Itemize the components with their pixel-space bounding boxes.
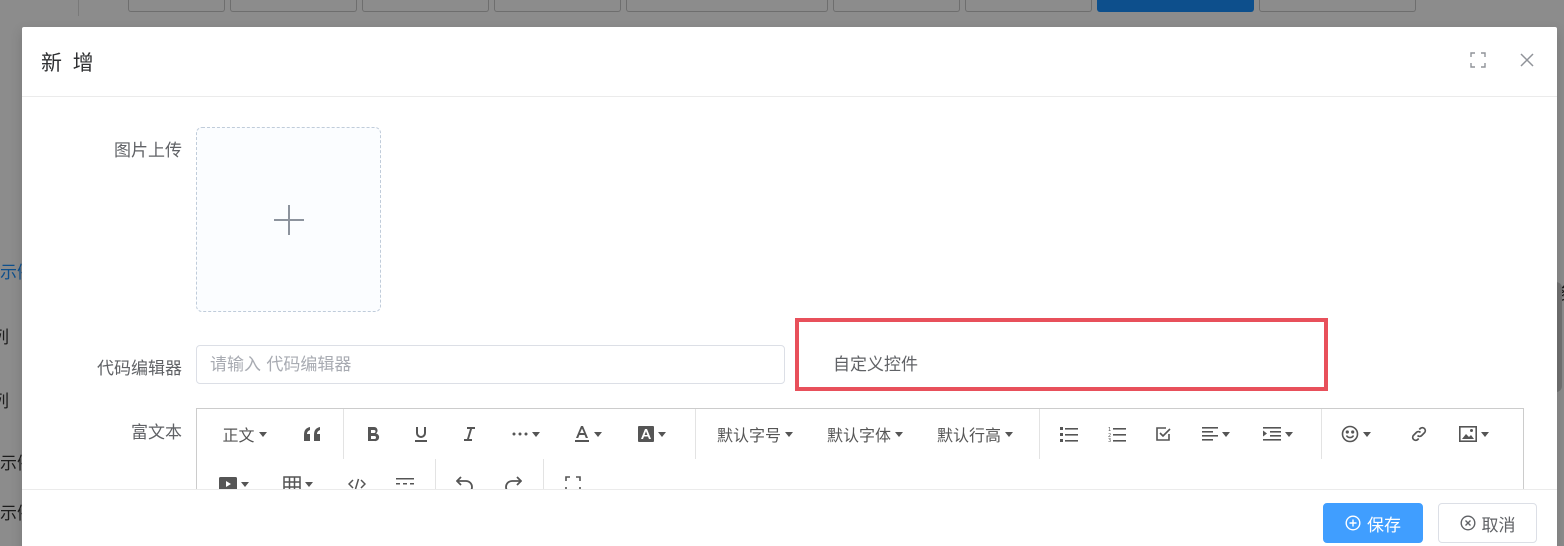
paragraph-select[interactable]: 正文 (207, 409, 282, 459)
code-block-button[interactable] (337, 459, 377, 489)
custom-control-label: 自定义控件 (833, 355, 918, 375)
underline-button[interactable] (401, 409, 441, 459)
plus-circle-icon (1345, 515, 1361, 531)
close-circle-icon (1459, 515, 1476, 531)
bulleted-list-button[interactable] (1049, 409, 1089, 459)
emoji-icon (1341, 425, 1359, 443)
image-icon (1459, 426, 1477, 442)
image-upload-label: 图片上传 (114, 141, 182, 161)
plus-icon (273, 204, 304, 235)
image-button[interactable] (1449, 409, 1499, 459)
toolbar-divider (343, 409, 344, 459)
dialog-footer: 保存 取消 (22, 489, 1557, 546)
code-icon (348, 478, 366, 489)
line-height-select[interactable]: 默认行高 (929, 409, 1021, 459)
table-button[interactable] (273, 459, 323, 489)
more-icon (512, 432, 528, 436)
chevron-down-icon (241, 481, 249, 487)
quote-icon (304, 427, 320, 441)
rich-text-editor[interactable]: 正文 默认字号 默认字体 默认行高 1 2 3 (196, 408, 1524, 489)
table-icon (283, 476, 301, 489)
chevron-down-icon (785, 431, 793, 437)
rich-text-label: 富文本 (131, 423, 182, 443)
chevron-down-icon (658, 431, 666, 437)
toolbar-divider (695, 409, 696, 459)
numbered-list-icon: 123 (1108, 427, 1126, 442)
font-color-button[interactable] (563, 409, 613, 459)
redo-icon (505, 476, 522, 489)
align-button[interactable] (1191, 409, 1241, 459)
emoji-button[interactable] (1331, 409, 1381, 459)
underline-icon (415, 427, 427, 442)
code-editor-input[interactable] (196, 345, 785, 384)
close-icon[interactable] (1518, 51, 1536, 69)
chevron-down-icon (895, 431, 903, 437)
font-family-select[interactable]: 默认字体 (819, 409, 911, 459)
background-color-button[interactable] (627, 409, 677, 459)
dialog-header: 新 增 (22, 27, 1557, 97)
chevron-down-icon (532, 431, 540, 437)
indent-icon (1263, 427, 1281, 441)
font-family-label: 默认字体 (826, 426, 891, 445)
undo-button[interactable] (445, 459, 485, 489)
save-button-label: 保存 (1367, 515, 1401, 536)
bold-icon (368, 426, 380, 442)
cancel-button[interactable]: 取消 (1438, 503, 1537, 543)
more-style-button[interactable] (501, 409, 551, 459)
toolbar-divider (1321, 409, 1322, 459)
dialog-title: 新 增 (41, 51, 96, 75)
chevron-down-icon (1363, 431, 1371, 437)
toolbar-divider (543, 459, 544, 489)
chevron-down-icon (1481, 431, 1489, 437)
align-left-icon (1202, 427, 1218, 441)
video-button[interactable] (209, 459, 259, 489)
bulleted-list-icon (1060, 427, 1078, 442)
image-uploader[interactable] (196, 127, 381, 312)
save-button[interactable]: 保存 (1323, 503, 1423, 543)
numbered-list-button[interactable]: 123 (1097, 409, 1137, 459)
bold-button[interactable] (353, 409, 393, 459)
code-editor-label: 代码编辑器 (97, 359, 182, 379)
font-color-icon (575, 426, 589, 442)
background-color-icon (638, 426, 654, 442)
chevron-down-icon (305, 481, 313, 487)
paragraph-select-label: 正文 (222, 426, 255, 445)
chevron-down-icon (1285, 431, 1293, 437)
blockquote-button[interactable] (292, 409, 332, 459)
editor-fullscreen-button[interactable] (553, 459, 593, 489)
cancel-button-label: 取消 (1481, 515, 1516, 536)
todo-button[interactable] (1143, 409, 1183, 459)
toolbar-divider (1039, 409, 1040, 459)
undo-icon (456, 476, 473, 489)
fullscreen-icon[interactable] (1469, 51, 1487, 69)
horizontal-rule-icon (396, 478, 414, 485)
chevron-down-icon (258, 431, 267, 437)
italic-icon (464, 427, 475, 441)
divider-button[interactable] (385, 459, 425, 489)
link-icon (1411, 426, 1427, 442)
fullscreen-icon (565, 476, 581, 489)
indent-button[interactable] (1253, 409, 1303, 459)
editor-toolbar-row-1: 正文 默认字号 默认字体 默认行高 1 2 3 (197, 409, 1523, 459)
line-height-label: 默认行高 (936, 426, 1001, 445)
add-dialog: 新 增 图片上传 代码编辑器 自定义控件 富文本 正文 (22, 27, 1557, 546)
checkbox-icon (1156, 427, 1171, 441)
redo-button[interactable] (493, 459, 533, 489)
chevron-down-icon (1222, 431, 1230, 437)
svg-text:3: 3 (1108, 438, 1111, 442)
editor-toolbar-row-2 (197, 459, 1523, 489)
font-size-select[interactable]: 默认字号 (709, 409, 801, 459)
video-icon (219, 477, 237, 489)
italic-button[interactable] (449, 409, 489, 459)
font-size-label: 默认字号 (716, 426, 781, 445)
toolbar-divider (435, 459, 436, 489)
chevron-down-icon (1005, 431, 1013, 437)
link-button[interactable] (1399, 409, 1439, 459)
chevron-down-icon (594, 431, 602, 437)
dialog-body: 图片上传 代码编辑器 自定义控件 富文本 正文 (22, 98, 1557, 489)
